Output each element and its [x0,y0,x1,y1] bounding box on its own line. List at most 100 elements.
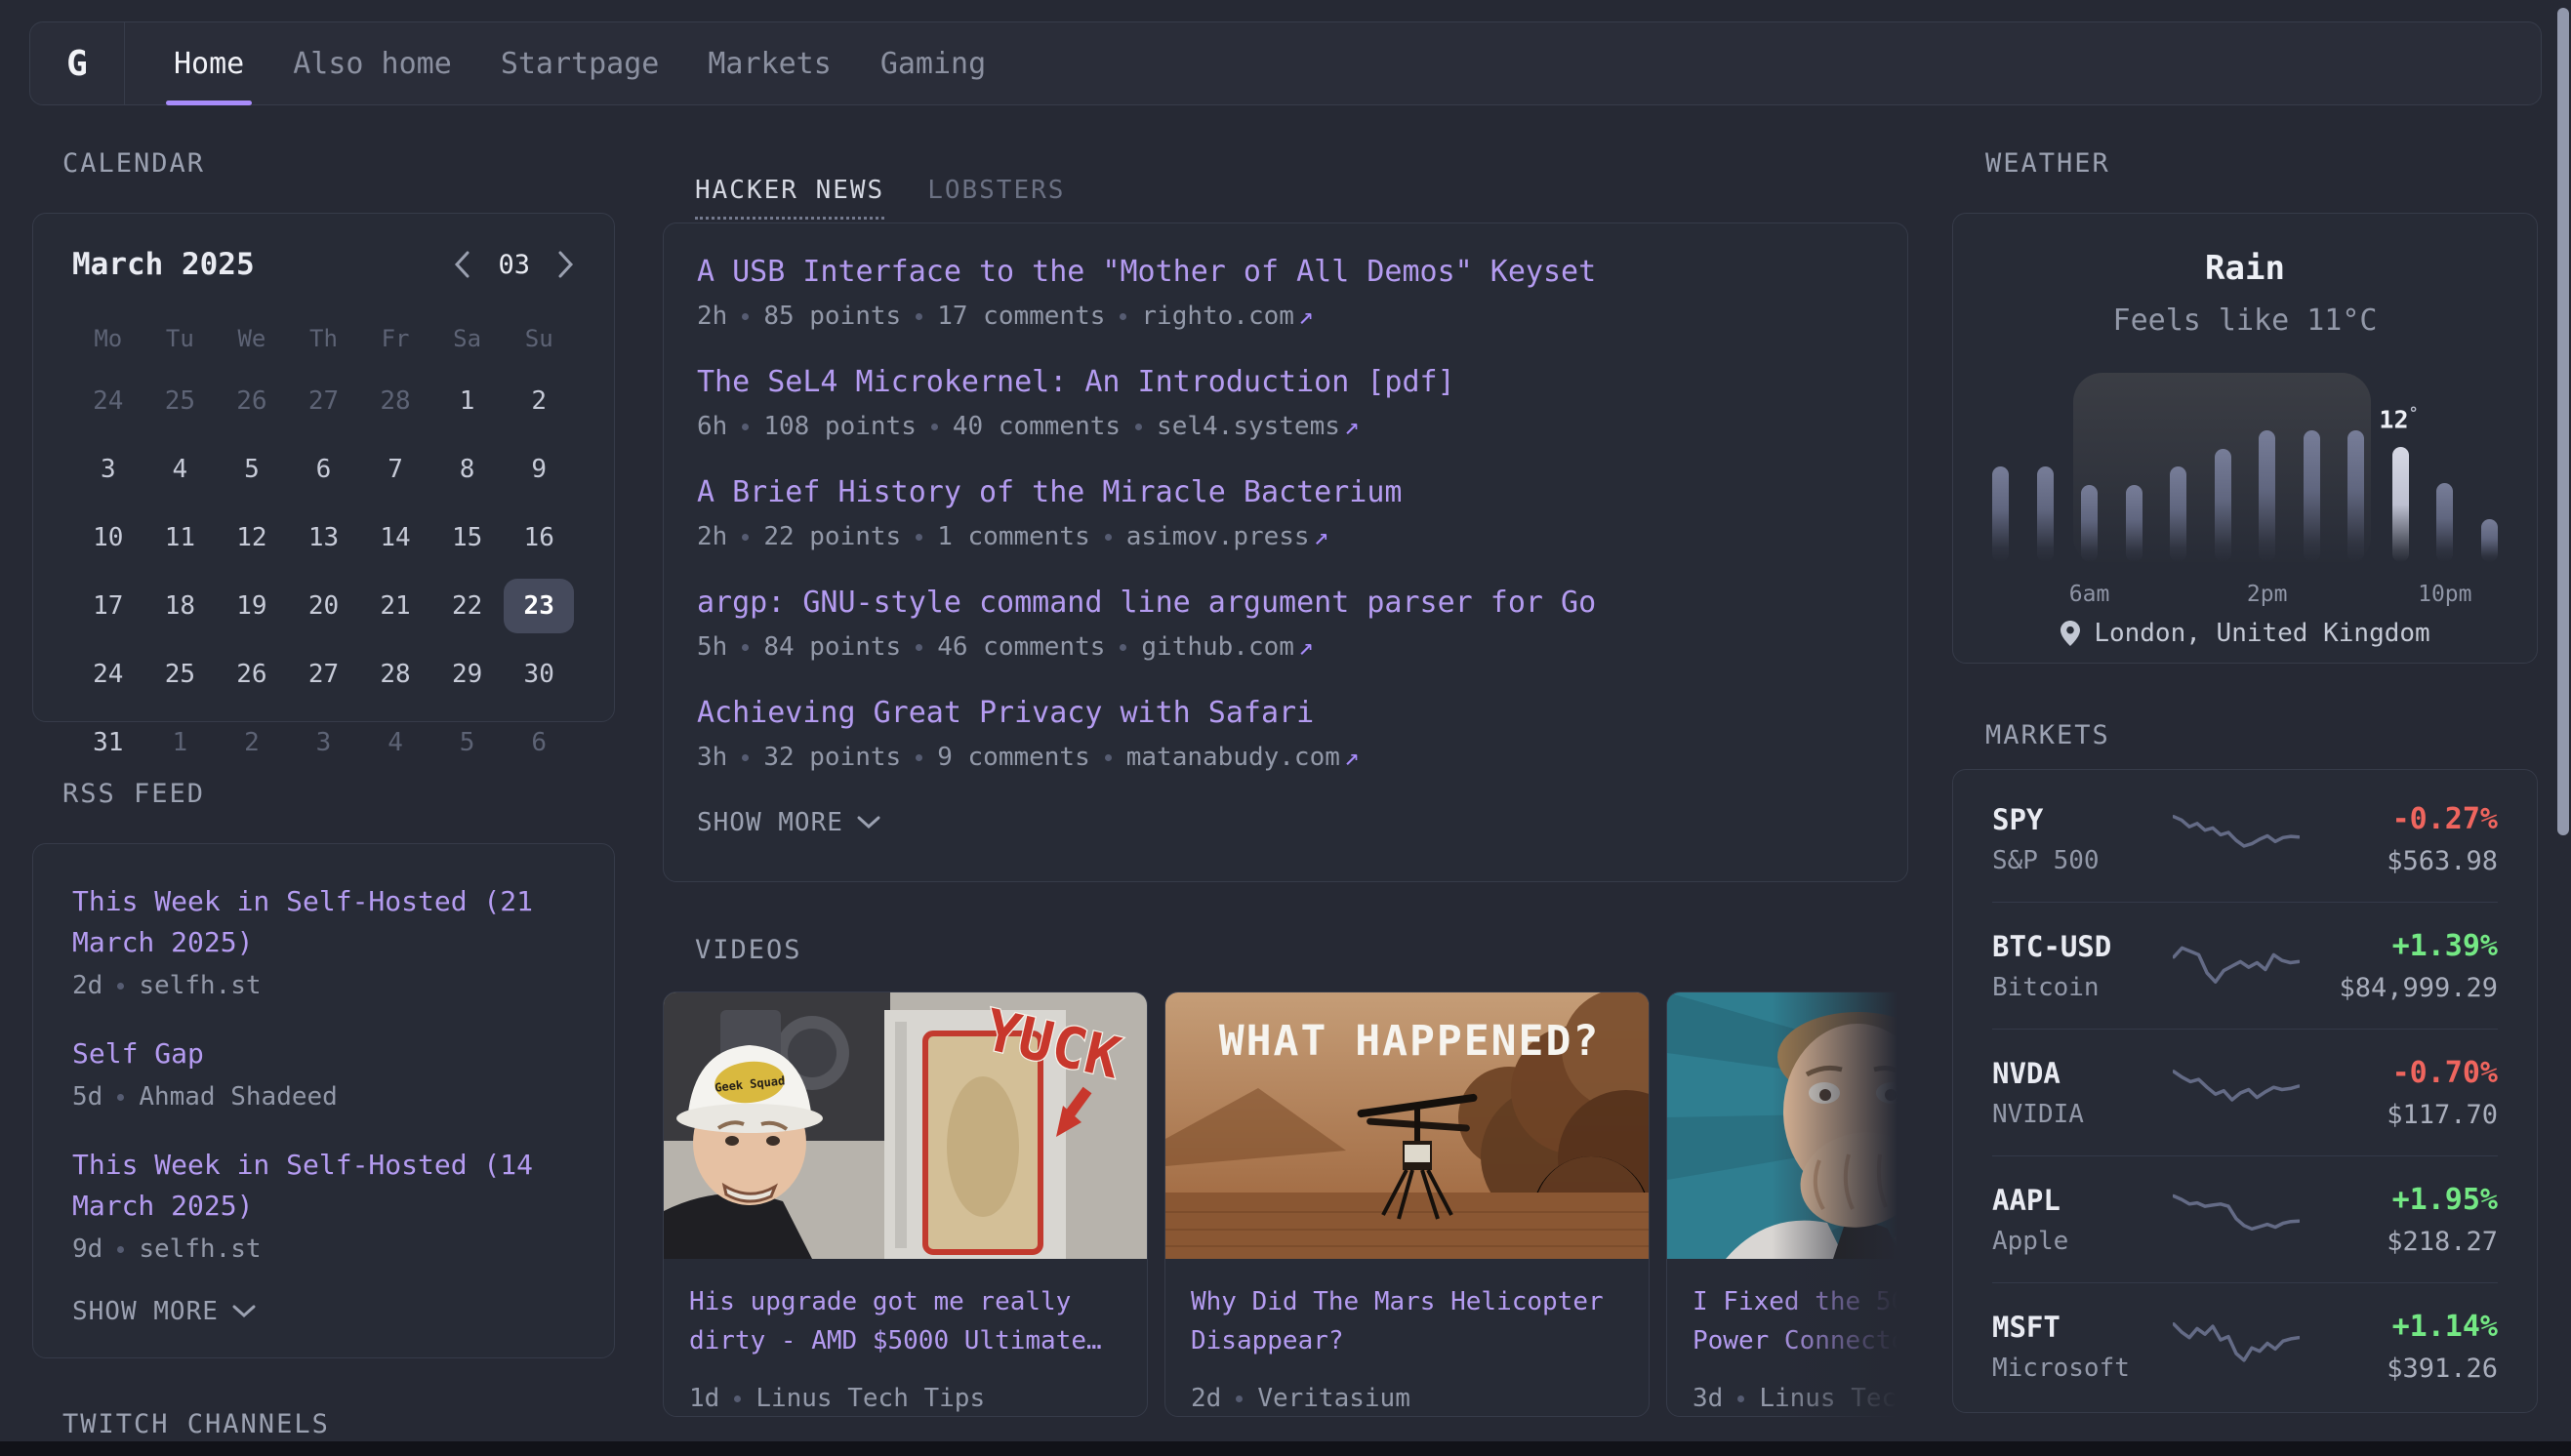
calendar-day[interactable]: 4 [144,442,215,497]
calendar-day[interactable]: 22 [432,579,503,633]
video-card[interactable]: Geek Squad YUCK His upgrade got me reall… [663,991,1148,1417]
calendar-day[interactable]: 26 [217,374,287,428]
dot-separator [916,313,922,320]
logo[interactable]: G [30,22,125,104]
external-link-icon: ↗ [1314,522,1329,551]
market-row[interactable]: BTC-USD Bitcoin +1.39% $84,999.29 [1992,902,2498,1029]
news-item-source[interactable]: asimov.press↗ [1126,522,1329,551]
news-item-title[interactable]: A USB Interface to the "Mother of All De… [697,253,1874,292]
calendar-day[interactable]: 3 [288,715,358,770]
nav-tab-also-home[interactable]: Also home [293,22,452,104]
calendar-day[interactable]: 25 [144,374,215,428]
calendar-day[interactable]: 31 [73,715,143,770]
calendar-day[interactable]: 24 [73,647,143,702]
calendar-day[interactable]: 24 [73,374,143,428]
calendar-day[interactable]: 18 [144,579,215,633]
calendar-day-selected[interactable]: 23 [504,579,574,633]
market-row[interactable]: AAPL Apple +1.95% $218.27 [1992,1155,2498,1282]
news-item-source[interactable]: righto.com↗ [1141,302,1313,331]
rss-item-title[interactable]: This Week in Self-Hosted (21 March 2025) [72,881,575,963]
chevron-left-icon[interactable] [453,250,470,279]
calendar-day[interactable]: 1 [144,715,215,770]
calendar-day[interactable]: 25 [144,647,215,702]
calendar-day[interactable]: 26 [217,647,287,702]
nav-tab-home[interactable]: Home [174,22,244,104]
news-item-comments[interactable]: 1 comments [937,522,1090,551]
scrollbar-thumb[interactable] [2557,8,2569,835]
calendar-day[interactable]: 28 [360,374,430,428]
calendar-day[interactable]: 29 [432,647,503,702]
weather-location-text: London, United Kingdom [2094,619,2429,648]
calendar-day[interactable]: 30 [504,647,574,702]
news-item-comments[interactable]: 9 comments [937,743,1090,772]
calendar-day[interactable]: 6 [288,442,358,497]
chevron-right-icon[interactable] [557,250,575,279]
market-row[interactable]: SPY S&P 500 -0.27% $563.98 [1992,776,2498,902]
nav-tab-startpage[interactable]: Startpage [501,22,660,104]
weather-chart: 6am2pm12°10pm [1992,396,2498,562]
rss-item-title[interactable]: This Week in Self-Hosted (14 March 2025) [72,1145,575,1227]
news-item-meta: 3h 32 points 9 comments matanabudy.com↗ [697,743,1874,772]
calendar-day[interactable]: 8 [432,442,503,497]
calendar-day[interactable]: 12 [217,510,287,565]
tab-lobsters[interactable]: LOBSTERS [927,176,1065,220]
news-show-more-button[interactable]: SHOW MORE [697,808,1874,837]
weather-hour-bar [2215,396,2231,562]
calendar-day[interactable]: 7 [360,442,430,497]
calendar-day[interactable]: 2 [217,715,287,770]
calendar-day[interactable]: 2 [504,374,574,428]
video-title-line: Disappear? [1191,1321,1623,1360]
tab-hacker-news[interactable]: HACKER NEWS [695,176,884,220]
rss-show-more-button[interactable]: SHOW MORE [72,1297,575,1326]
calendar-day[interactable]: 6 [504,715,574,770]
news-item-source[interactable]: matanabudy.com↗ [1126,743,1360,772]
news-item-comments[interactable]: 46 comments [937,632,1105,662]
video-thumbnail: DO TH T [1667,992,1908,1259]
video-card[interactable]: ​ WHAT HAPPENED? Why Did The Mars Helico… [1164,991,1650,1417]
calendar-day[interactable]: 17 [73,579,143,633]
calendar-day[interactable]: 14 [360,510,430,565]
calendar-day[interactable]: 3 [73,442,143,497]
video-title[interactable]: I Fixed the 5090 Power Connector [1693,1282,1908,1360]
nav-tab-gaming[interactable]: Gaming [880,22,986,104]
calendar-day[interactable]: 15 [432,510,503,565]
calendar-day[interactable]: 5 [432,715,503,770]
calendar-day[interactable]: 21 [360,579,430,633]
calendar-day[interactable]: 11 [144,510,215,565]
video-title[interactable]: His upgrade got me really dirty - AMD $5… [689,1282,1122,1360]
nav-tab-markets[interactable]: Markets [708,22,831,104]
news-item-title[interactable]: argp: GNU-style command line argument pa… [697,584,1874,623]
market-row[interactable]: MSFT Microsoft +1.14% $391.26 [1992,1282,2498,1409]
list-item: Achieving Great Privacy with Safari 3h 3… [697,694,1874,772]
dot-separator [742,534,749,541]
market-row[interactable]: NVDA NVIDIA -0.70% $117.70 [1992,1029,2498,1155]
video-title[interactable]: Why Did The Mars Helicopter Disappear? [1191,1282,1623,1360]
calendar-day[interactable]: 16 [504,510,574,565]
video-caption: His upgrade got me really dirty - AMD $5… [664,1259,1147,1417]
calendar-day[interactable]: 20 [288,579,358,633]
calendar-day[interactable]: 9 [504,442,574,497]
news-item-title[interactable]: A Brief History of the Miracle Bacterium [697,473,1874,512]
calendar-day[interactable]: 27 [288,647,358,702]
calendar-day[interactable]: 19 [217,579,287,633]
video-card[interactable]: DO TH T I Fixed the 5090 Power Connector… [1666,991,1908,1417]
calendar-day[interactable]: 5 [217,442,287,497]
calendar-day[interactable]: 13 [288,510,358,565]
calendar-day[interactable]: 28 [360,647,430,702]
news-item-title[interactable]: Achieving Great Privacy with Safari [697,694,1874,733]
calendar-day[interactable]: 27 [288,374,358,428]
market-id: SPY S&P 500 [1992,803,2173,875]
rss-item-title[interactable]: Self Gap [72,1033,575,1074]
news-item-title[interactable]: The SeL4 Microkernel: An Introduction [p… [697,363,1874,402]
news-item-meta: 6h 108 points 40 comments sel4.systems↗ [697,412,1874,441]
news-item-comments[interactable]: 17 comments [937,302,1105,331]
calendar-day[interactable]: 1 [432,374,503,428]
news-item-points: 32 points [763,743,901,772]
calendar-day[interactable]: 4 [360,715,430,770]
video-title-line: Power Connector [1693,1321,1908,1360]
calendar-grid: MoTuWeThFrSaSu24252627281234567891011121… [72,325,575,770]
news-item-comments[interactable]: 40 comments [953,412,1121,441]
news-item-source[interactable]: github.com↗ [1141,632,1313,662]
news-item-source[interactable]: sel4.systems↗ [1157,412,1360,441]
calendar-day[interactable]: 10 [73,510,143,565]
